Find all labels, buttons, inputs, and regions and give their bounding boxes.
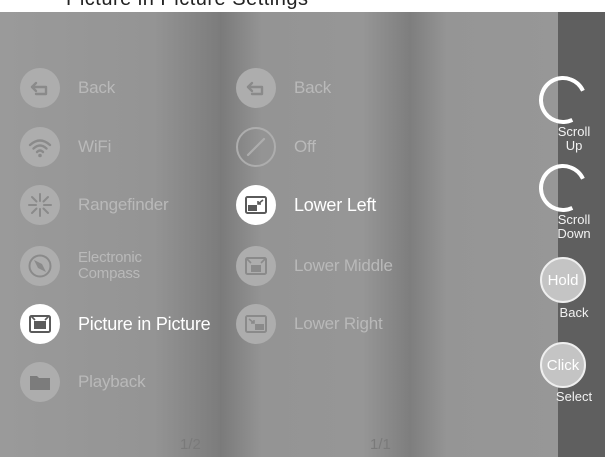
playback-folder-icon: [20, 362, 60, 402]
back-arrow-icon: [236, 68, 276, 108]
scroll-up-line-2: Up: [565, 138, 583, 153]
scroll-down-label: Scroll Down: [548, 213, 600, 241]
main-menu-panel: Back WiFi Rangefinder ElectronicCompass: [0, 12, 220, 457]
click-button-text: Click: [546, 356, 580, 374]
label-line-2: Compass: [78, 265, 140, 282]
submenu-item-off[interactable]: Off: [236, 125, 316, 169]
submenu-item-back[interactable]: Back: [236, 66, 331, 110]
back-arrow-icon: [20, 68, 60, 108]
scroll-down-line-2: Down: [557, 226, 591, 241]
menu-item-electronic-compass[interactable]: Electronic Compass: [20, 244, 142, 288]
submenu-item-lower-right[interactable]: Lower Right: [236, 302, 383, 346]
device-screen: Back WiFi Rangefinder ElectronicCompass: [0, 12, 605, 457]
label-line-1: Electronic: [78, 249, 142, 266]
scroll-up-label: Scroll Up: [548, 125, 600, 153]
menu-item-label: Back: [78, 78, 115, 97]
picture-in-picture-icon: [20, 304, 60, 344]
hold-back-label: Back: [559, 305, 589, 320]
pip-lower-right-icon: [236, 304, 276, 344]
menu-item-picture-in-picture[interactable]: Picture in Picture: [20, 302, 211, 346]
menu-item-wifi[interactable]: WiFi: [20, 125, 111, 169]
pip-lower-left-icon: [236, 185, 276, 225]
hold-button-text: Hold: [547, 271, 579, 289]
pip-lower-middle-icon: [236, 246, 276, 286]
menu-item-label: Electronic Compass: [78, 250, 142, 282]
empty-panel: [410, 12, 558, 457]
submenu-item-label: Back: [294, 78, 331, 97]
submenu-item-label: Lower Right: [294, 314, 383, 333]
menu-item-label: Picture in Picture: [78, 313, 211, 334]
wifi-icon: [20, 127, 60, 167]
compass-icon: [20, 246, 60, 286]
menu-item-back[interactable]: Back: [20, 66, 115, 110]
top-caption-strip: Picture in Picture Settings: [0, 0, 605, 12]
menu-item-label: Rangefinder: [78, 195, 169, 214]
caption-text: Picture in Picture Settings: [66, 0, 309, 11]
menu-item-playback[interactable]: Playback: [20, 360, 146, 404]
menu-item-label: WiFi: [78, 137, 112, 156]
scroll-up-line-1: Scroll: [557, 124, 591, 139]
submenu-item-label: Lower Left: [294, 194, 377, 215]
off-icon: [236, 127, 276, 167]
submenu-item-lower-middle[interactable]: Lower Middle: [236, 244, 393, 288]
submenu-item-label: Lower Middle: [294, 256, 393, 275]
click-select-label: Select: [555, 389, 593, 404]
scroll-down-line-1: Scroll: [557, 212, 591, 227]
menu-item-rangefinder[interactable]: Rangefinder: [20, 183, 169, 227]
rangefinder-icon: [20, 185, 60, 225]
page-indicator: 1/2: [180, 436, 201, 453]
submenu-item-label: Off: [294, 137, 316, 156]
page-indicator: 1/1: [370, 436, 391, 453]
submenu-panel: Back Off Lower Left Lower Middle Lower R: [220, 12, 410, 457]
submenu-item-lower-left[interactable]: Lower Left: [236, 183, 376, 227]
menu-item-label: Playback: [78, 372, 146, 391]
click-button[interactable]: Click: [540, 342, 586, 388]
hold-button[interactable]: Hold: [540, 257, 586, 303]
